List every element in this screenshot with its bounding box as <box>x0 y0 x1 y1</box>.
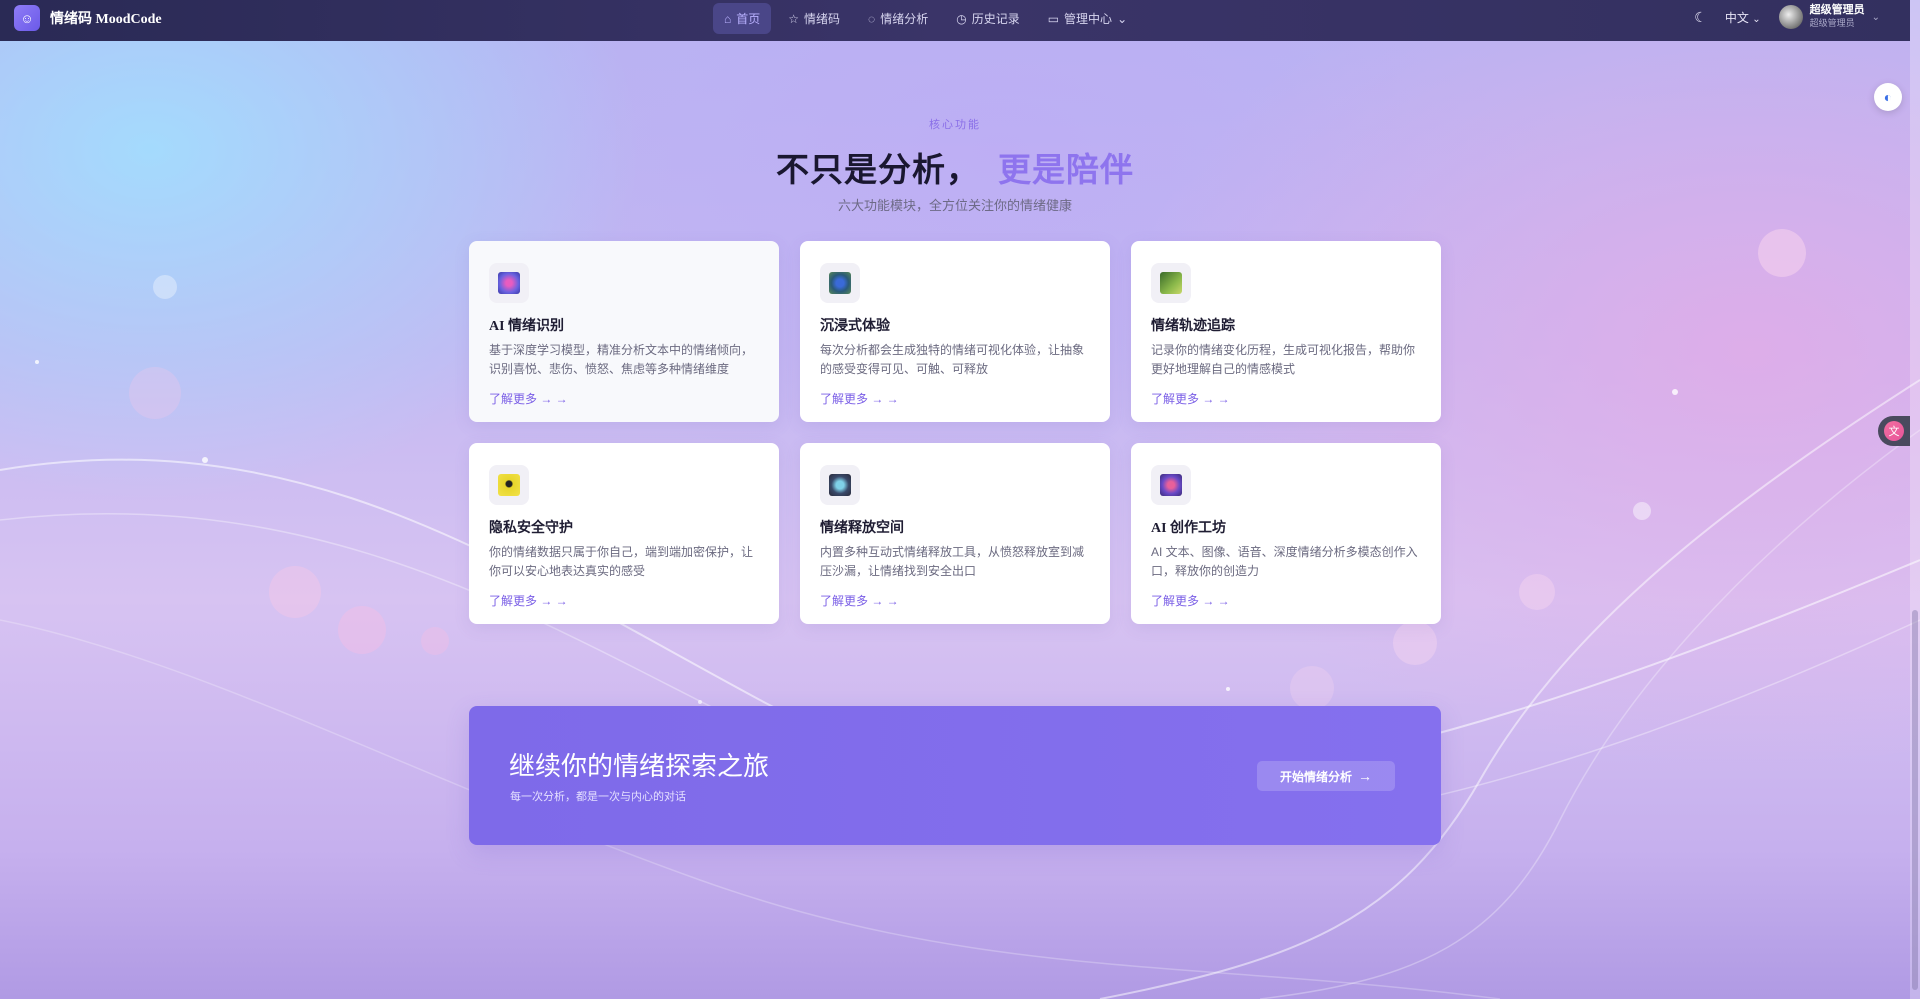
user-name: 超级管理员 <box>1809 4 1865 16</box>
card-description: 基于深度学习模型，精准分析文本中的情绪倾向，识别喜悦、悲伤、愤怒、焦虑等多种情绪… <box>489 343 754 376</box>
feature-card-immersive[interactable]: 沉浸式体验 每次分析都会生成独特的情绪可视化体验，让抽象的感受变得可见、可触、可… <box>800 241 1110 422</box>
section-eyebrow: 核心功能 <box>929 119 981 131</box>
title-main: 不只是分析， <box>776 153 980 189</box>
translate-side-tab[interactable]: 文 <box>1878 416 1910 446</box>
admin-icon: ▭ <box>1047 11 1060 26</box>
cta-subtitle: 每一次分析，都是一次与内心的对话 <box>510 791 686 803</box>
feature-card-release[interactable]: 情绪释放空间 内置多种互动式情绪释放工具，从愤怒释放室到减压沙漏，让情绪找到安全… <box>800 443 1110 624</box>
learn-more-link[interactable]: 了解更多 → → <box>1151 592 1421 609</box>
scrollbar-thumb[interactable] <box>1912 610 1918 990</box>
clock-icon: ◷ <box>956 11 967 26</box>
assistant-float-button[interactable]: ◐ <box>1874 83 1902 111</box>
language-label: 中文 <box>1724 10 1749 25</box>
brand-name: 情绪码 MoodCode <box>50 12 162 27</box>
learn-more-link[interactable]: 了解更多 → → <box>820 390 1090 407</box>
chevron-down-icon: ⌄ <box>1871 11 1880 23</box>
title-highlight: 更是陪伴 <box>998 153 1134 189</box>
card-description: AI 文本、图像、语音、深度情绪分析多模态创作入口，释放你的创造力 <box>1151 545 1418 578</box>
user-menu[interactable]: 超级管理员 超级管理员 ⌄ <box>1778 4 1880 30</box>
chat-icon: ◌ <box>868 11 876 26</box>
learn-more-link[interactable]: 了解更多 → → <box>489 592 759 609</box>
home-icon: ⌂ <box>724 11 732 26</box>
card-title: AI 创作工坊 <box>1151 521 1227 536</box>
main-menu: ⌂ 首页 ☆ 情绪码 ◌ 情绪分析 ◷ 历史记录 ▭ 管理中心 ⌄ <box>713 3 1138 34</box>
chevron-down-icon: ⌄ <box>1752 13 1761 25</box>
card-title: 情绪释放空间 <box>820 521 904 536</box>
card-title: 隐私安全守护 <box>489 521 573 536</box>
language-switch[interactable]: 中文 ⌄ <box>1725 9 1761 26</box>
nav-item-admin[interactable]: ▭ 管理中心 ⌄ <box>1037 3 1138 34</box>
theme-toggle-icon[interactable]: ☾ <box>1694 9 1707 26</box>
learn-more-link[interactable]: 了解更多 → → <box>820 592 1090 609</box>
avatar <box>1778 5 1803 29</box>
user-role: 超级管理员 <box>1809 18 1855 28</box>
cta-button-label: 开始情绪分析 <box>1279 769 1352 784</box>
card-description: 每次分析都会生成独特的情绪可视化体验，让抽象的感受变得可见、可触、可释放 <box>820 343 1085 376</box>
nav-item-home[interactable]: ⌂ 首页 <box>713 3 772 34</box>
nav-item-label: 首页 <box>736 12 761 26</box>
lock-icon <box>489 465 529 505</box>
learn-more-link[interactable]: 了解更多 → → <box>1151 390 1421 407</box>
star-icon: ☆ <box>788 11 800 26</box>
orb-icon <box>820 465 860 505</box>
brain-icon <box>489 263 529 303</box>
chart-icon <box>1151 263 1191 303</box>
section-subtitle: 六大功能模块，全方位关注你的情绪健康 <box>837 198 1072 213</box>
nav-item-label: 管理中心 <box>1064 12 1113 26</box>
chevron-down-icon: ⌄ <box>1117 11 1128 26</box>
translate-icon: 文 <box>1884 421 1904 441</box>
card-title: AI 情绪识别 <box>489 319 565 334</box>
card-title: 情绪轨迹追踪 <box>1151 319 1235 334</box>
card-description: 你的情绪数据只属于你自己，端到端加密保护，让你可以安心地表达真实的感受 <box>489 545 754 578</box>
user-info: 超级管理员 超级管理员 <box>1810 4 1865 30</box>
arrow-right-icon: → <box>1358 768 1372 784</box>
nav-item-analysis[interactable]: ◌ 情绪分析 <box>857 3 939 34</box>
nav-item-label: 情绪码 <box>804 12 841 26</box>
learn-more-link[interactable]: 了解更多 → → <box>489 390 759 407</box>
page-scrollbar[interactable] <box>1910 0 1920 999</box>
cta-title: 继续你的情绪探索之旅 <box>509 752 770 781</box>
start-analysis-button[interactable]: 开始情绪分析 → <box>1257 761 1395 791</box>
assistant-icon: ◐ <box>1883 89 1893 105</box>
globe-icon <box>820 263 860 303</box>
nav-item-label: 历史记录 <box>971 12 1020 26</box>
nav-item-moodcode[interactable]: ☆ 情绪码 <box>777 3 851 34</box>
card-description: 记录你的情绪变化历程，生成可视化报告，帮助你更好地理解自己的情感模式 <box>1151 343 1416 376</box>
top-navbar: ☺ 情绪码 MoodCode ⌂ 首页 ☆ 情绪码 ◌ 情绪分析 ◷ 历史记录 … <box>0 0 1910 41</box>
card-title: 沉浸式体验 <box>820 319 890 334</box>
section-title: 不只是分析， 更是陪伴 <box>0 143 1910 191</box>
brand[interactable]: ☺ 情绪码 MoodCode <box>14 5 162 31</box>
card-description: 内置多种互动式情绪释放工具，从愤怒释放室到减压沙漏，让情绪找到安全出口 <box>820 545 1085 578</box>
palette-icon <box>1151 465 1191 505</box>
feature-card-creation[interactable]: AI 创作工坊 AI 文本、图像、语音、深度情绪分析多模态创作入口，释放你的创造… <box>1131 443 1441 624</box>
feature-card-ai-recognition[interactable]: AI 情绪识别 基于深度学习模型，精准分析文本中的情绪倾向，识别喜悦、悲伤、愤怒… <box>469 241 779 422</box>
brand-logo-icon: ☺ <box>14 5 40 31</box>
cta-banner: 继续你的情绪探索之旅 每一次分析，都是一次与内心的对话 开始情绪分析 → <box>469 706 1441 845</box>
nav-item-history[interactable]: ◷ 历史记录 <box>945 3 1031 34</box>
nav-item-label: 情绪分析 <box>880 12 929 26</box>
feature-card-privacy[interactable]: 隐私安全守护 你的情绪数据只属于你自己，端到端加密保护，让你可以安心地表达真实的… <box>469 443 779 624</box>
feature-card-tracking[interactable]: 情绪轨迹追踪 记录你的情绪变化历程，生成可视化报告，帮助你更好地理解自己的情感模… <box>1131 241 1441 422</box>
nav-right: ☾ 中文 ⌄ 超级管理员 超级管理员 ⌄ <box>1694 4 1880 30</box>
